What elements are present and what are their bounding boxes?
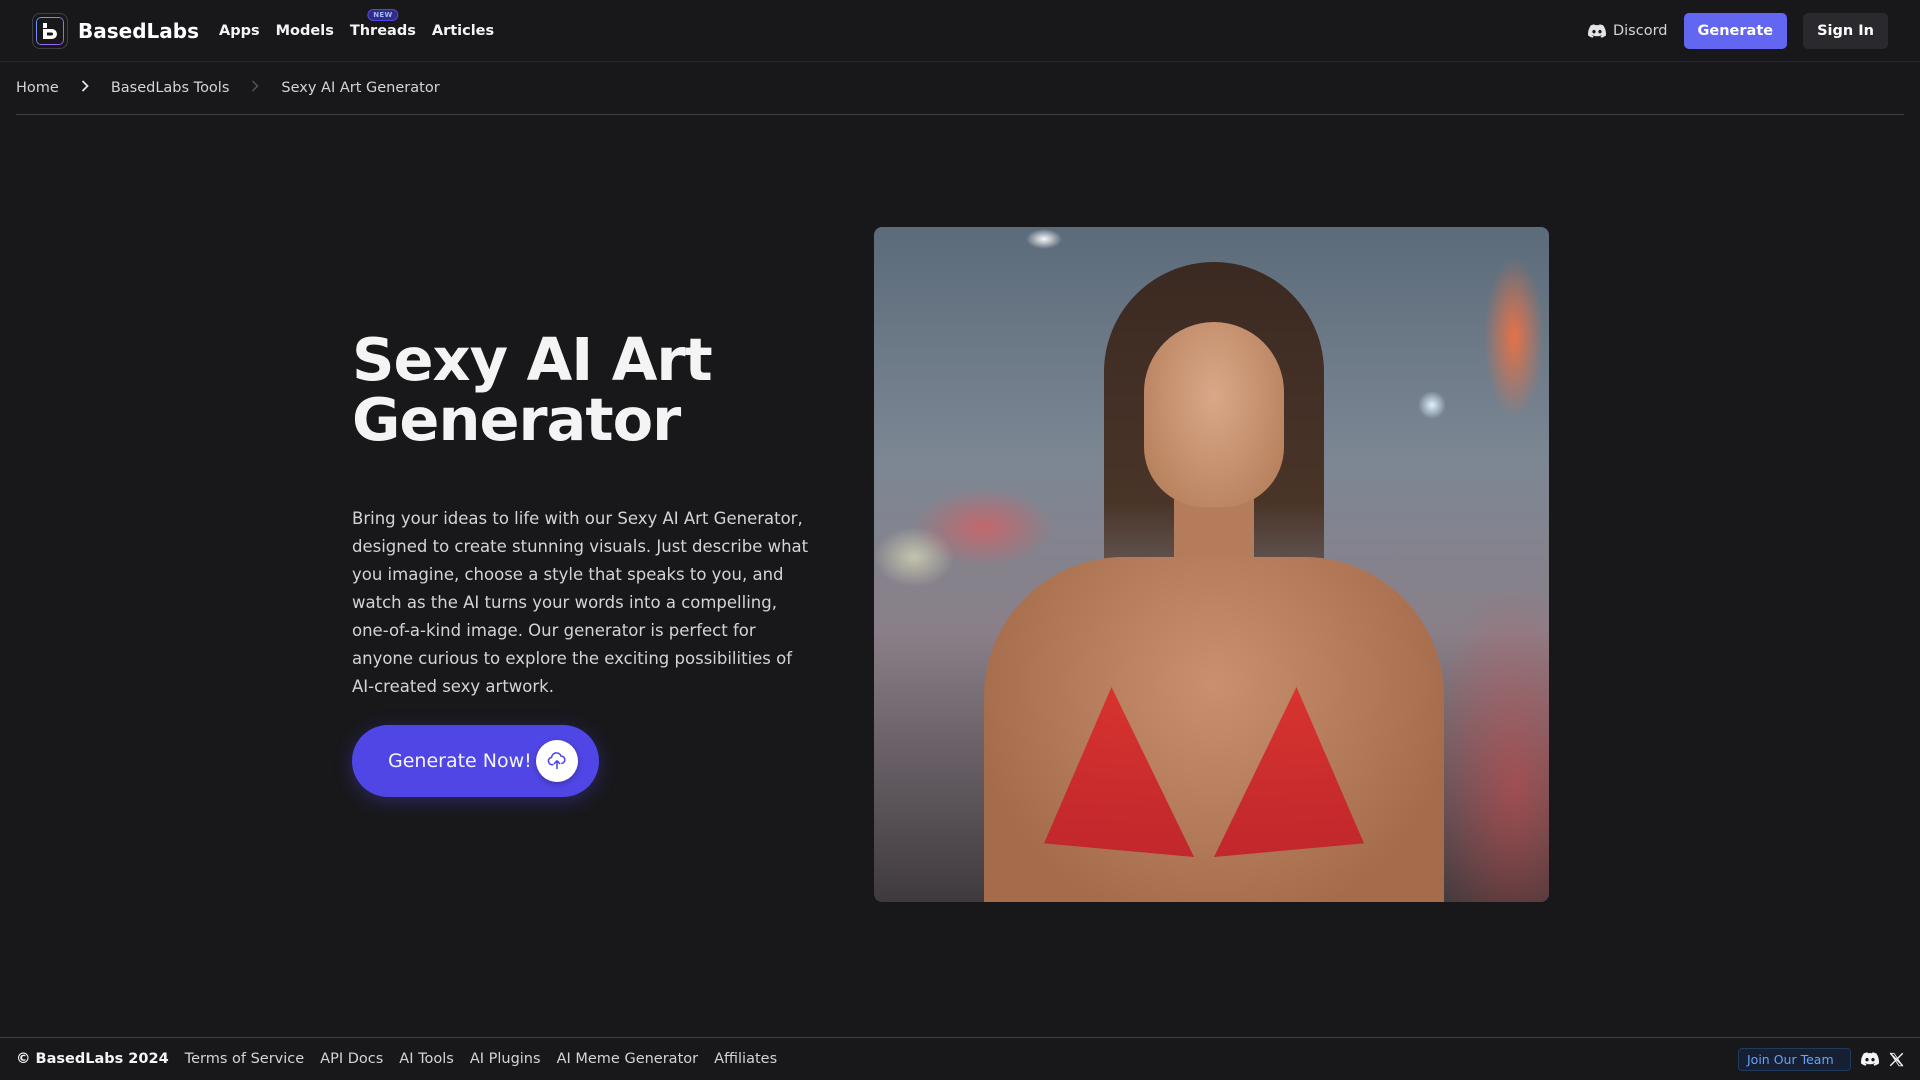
footer-link-ai-tools[interactable]: AI Tools: [399, 1051, 454, 1067]
nav-articles[interactable]: Articles: [432, 23, 494, 39]
footer-discord-link[interactable]: [1861, 1052, 1879, 1066]
nav-threads-label: Threads: [349, 22, 416, 39]
main-nav: Apps Models NEW Threads Articles: [219, 8, 494, 39]
image-figure-face: [1144, 322, 1284, 507]
join-our-team-button[interactable]: Join Our Team: [1738, 1047, 1851, 1071]
page-title: Sexy AI Art Generator: [352, 330, 852, 450]
hero-image: [874, 227, 1549, 902]
discord-link[interactable]: Discord: [1587, 22, 1668, 39]
chevron-right-icon: [251, 80, 259, 96]
page-title-line-2: Generator: [352, 385, 681, 454]
footer-link-affiliates[interactable]: Affiliates: [714, 1051, 777, 1067]
sign-in-button[interactable]: Sign In: [1803, 12, 1888, 49]
breadcrumb: Home BasedLabs Tools Sexy AI Art Generat…: [16, 62, 1904, 115]
nav-models[interactable]: Models: [276, 23, 334, 39]
page-title-line-1: Sexy AI Art: [352, 325, 713, 394]
generate-now-label: Generate Now!: [388, 750, 532, 772]
brand-name[interactable]: BasedLabs: [78, 19, 199, 43]
generate-now-button[interactable]: Generate Now!: [352, 725, 599, 797]
basedlabs-logo-icon: [43, 22, 57, 39]
header-actions: Discord Generate Sign In: [1587, 12, 1888, 49]
footer-actions: Join Our Team: [1738, 1047, 1904, 1071]
discord-icon: [1587, 23, 1606, 38]
footer: © BasedLabs 2024 Terms of Service API Do…: [0, 1037, 1920, 1080]
footer-link-ai-plugins[interactable]: AI Plugins: [470, 1051, 541, 1067]
brand-logo[interactable]: [32, 12, 68, 49]
discord-icon: [1861, 1052, 1879, 1066]
hero-description: Bring your ideas to life with our Sexy A…: [352, 509, 809, 696]
x-icon: [1889, 1052, 1904, 1066]
footer-link-api-docs[interactable]: API Docs: [320, 1051, 383, 1067]
nav-threads[interactable]: NEW Threads: [349, 8, 416, 39]
chevron-right-icon: [81, 80, 89, 96]
top-navbar: BasedLabs Apps Models NEW Threads Articl…: [0, 0, 1920, 62]
cloud-upload-icon: [536, 740, 578, 782]
breadcrumb-current: Sexy AI Art Generator: [281, 80, 440, 96]
image-figure-torso: [984, 557, 1444, 902]
nav-apps[interactable]: Apps: [219, 23, 260, 39]
footer-link-ai-meme-generator[interactable]: AI Meme Generator: [557, 1051, 699, 1067]
breadcrumb-tools[interactable]: BasedLabs Tools: [111, 80, 230, 96]
new-badge: NEW: [367, 8, 399, 21]
footer-x-link[interactable]: [1889, 1052, 1904, 1067]
footer-copyright: © BasedLabs 2024: [16, 1051, 169, 1067]
generate-button[interactable]: Generate: [1683, 12, 1788, 49]
breadcrumb-home[interactable]: Home: [16, 80, 59, 96]
discord-label: Discord: [1612, 22, 1668, 39]
footer-link-terms[interactable]: Terms of Service: [185, 1051, 304, 1067]
